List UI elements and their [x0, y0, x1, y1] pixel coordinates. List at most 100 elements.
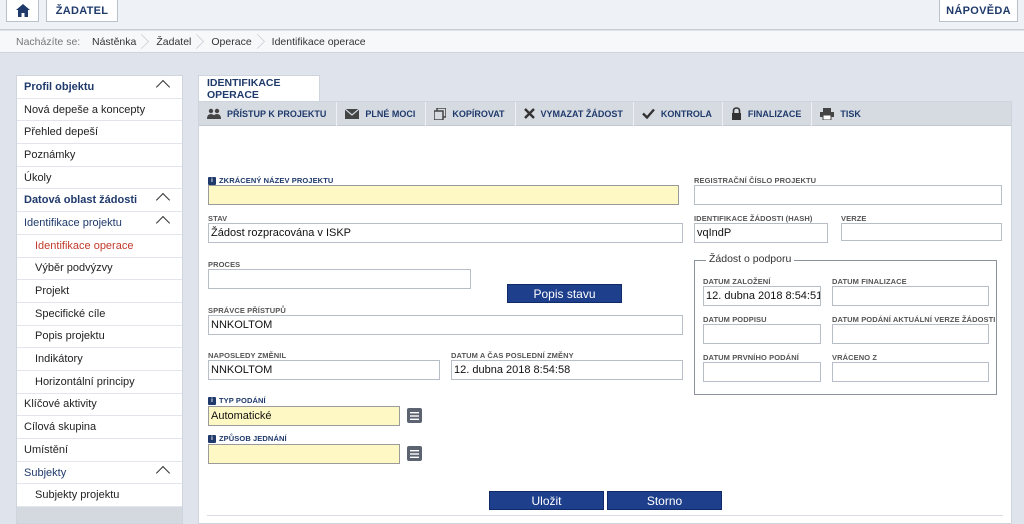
sidebar-item-truncated[interactable] [17, 507, 182, 523]
sidebar-section-data[interactable]: Datová oblast žádosti [17, 189, 182, 213]
process-field [208, 269, 471, 289]
negotiation-picker-button[interactable] [407, 446, 422, 461]
last-change-field: 12. dubna 2018 8:54:58 [451, 360, 683, 380]
check-button[interactable]: KONTROLA [634, 101, 723, 126]
sidebar-item-sub-call[interactable]: Výběr podvýzvy [17, 258, 182, 281]
sidebar-item-project-description[interactable]: Popis projektu [17, 326, 182, 349]
top-bar: ŽADATEL NÁPOVĚDA [0, 0, 1024, 30]
sidebar-item-label: Subjekty projektu [35, 489, 120, 502]
toolbar-label: PŘÍSTUP K PROJEKTU [227, 108, 327, 119]
current-submit-date-label: DATUM PODÁNÍ AKTUÁLNÍ VERZE ŽÁDOSTI [832, 315, 996, 324]
breadcrumb: Nacházíte se: Nástěnka Žadatel Operace I… [0, 31, 1024, 53]
access-admin-label: SPRÁVCE PŘÍSTUPŮ [208, 306, 286, 315]
sidebar-item-tasks[interactable]: Úkoly [17, 167, 182, 190]
sidebar-item-project[interactable]: Projekt [17, 280, 182, 303]
sidebar-item-specific-goals[interactable]: Specifické cíle [17, 303, 182, 326]
info-icon: i [208, 176, 216, 185]
toolbar-label: TISK [840, 108, 861, 119]
sidebar-section-subjects[interactable]: Subjekty [17, 462, 182, 485]
breadcrumb-item[interactable]: Nástěnka [82, 31, 146, 53]
sidebar-item-location[interactable]: Umístění [17, 439, 182, 462]
sidebar-item-operation-identification[interactable]: Identifikace operace [17, 235, 182, 258]
info-icon: i [208, 434, 216, 443]
delete-application-button[interactable]: VYMAZAT ŽÁDOST [516, 101, 634, 126]
chevron-up-icon [155, 79, 171, 95]
toolbar: PŘÍSTUP K PROJEKTU PLNÉ MOCI KOPÍROVAT V… [199, 101, 1011, 126]
close-icon [523, 108, 535, 119]
home-icon [15, 4, 30, 17]
home-button[interactable] [6, 0, 39, 22]
sidebar-item-label: Cílová skupina [24, 421, 97, 434]
last-change-label: DATUM A ČAS POSLEDNÍ ZMĚNY [451, 351, 574, 360]
copy-button[interactable]: KOPÍROVAT [426, 101, 516, 126]
short-name-input[interactable] [208, 185, 679, 205]
info-icon: i [208, 396, 216, 405]
last-changed-by-field: NNKOLTOM [208, 360, 440, 380]
save-button[interactable]: Uložit [489, 491, 604, 510]
sidebar-item-label: Popis projektu [35, 330, 105, 343]
cancel-button[interactable]: Storno [607, 491, 722, 510]
sidebar-item-target-group[interactable]: Cílová skupina [17, 416, 182, 439]
sidebar-item-horizontal-principles[interactable]: Horizontální principy [17, 371, 182, 394]
project-access-button[interactable]: PŘÍSTUP K PROJEKTU [199, 101, 338, 126]
state-field: Žádost rozpracována v ISKP [208, 223, 683, 243]
version-label: VERZE [841, 214, 867, 223]
short-name-label: i ZKRÁCENÝ NÁZEV PROJEKTU [208, 176, 333, 185]
signed-date-label: DATUM PODPISU [703, 315, 767, 324]
sidebar-item-messages[interactable]: Přehled depeší [17, 121, 182, 145]
sidebar-item-indicators[interactable]: Indikátory [17, 348, 182, 371]
finalize-button[interactable]: FINALIZACE [723, 101, 813, 126]
sidebar-section-profile[interactable]: Profil objektu [17, 76, 182, 99]
negotiation-label: i ZPŮSOB JEDNÁNÍ [208, 434, 287, 443]
sidebar-item-project-subjects[interactable]: Subjekty projektu [17, 484, 182, 508]
submit-type-input[interactable]: Automatické [208, 406, 400, 426]
checkmark-icon [642, 108, 655, 119]
sidebar-item-label: Identifikace projektu [24, 216, 122, 229]
state-label: STAV [208, 214, 228, 223]
sidebar-item-label: Poznámky [24, 148, 76, 161]
sidebar-item-label: Nová depeše a koncepty [24, 103, 146, 116]
list-icon [410, 411, 419, 420]
sidebar-item-label: Projekt [35, 285, 70, 298]
sidebar-item-label: Úkoly [24, 171, 52, 184]
reg-number-label: REGISTRAČNÍ ČÍSLO PROJEKTU [694, 176, 817, 185]
sidebar-item-new-message[interactable]: Nová depeše a koncepty [17, 99, 182, 122]
state-description-button[interactable]: Popis stavu [507, 284, 622, 303]
powers-of-attorney-button[interactable]: PLNÉ MOCI [337, 101, 427, 126]
help-button[interactable]: NÁPOVĚDA [939, 0, 1018, 22]
hash-field: vqIndP [694, 223, 828, 243]
sidebar-item-label: Přehled depeší [24, 126, 98, 139]
reg-number-field [694, 185, 1002, 205]
print-button[interactable]: TISK [812, 102, 871, 126]
breadcrumb-item-current: Identifikace operace [271, 35, 366, 48]
breadcrumb-item[interactable]: Operace [201, 31, 261, 53]
sidebar-item-label: Umístění [24, 443, 69, 456]
envelope-icon [345, 108, 360, 119]
version-field [841, 223, 1002, 241]
zadatel-button[interactable]: ŽADATEL [46, 0, 118, 22]
sidebar-section-project-identification[interactable]: Identifikace projektu [17, 212, 182, 235]
submit-type-label: i TYP PODÁNÍ [208, 396, 266, 405]
main-panel: PŘÍSTUP K PROJEKTU PLNÉ MOCI KOPÍROVAT V… [198, 101, 1012, 524]
submit-type-picker-button[interactable] [407, 408, 422, 423]
breadcrumb-item[interactable]: Žadatel [146, 31, 201, 53]
sidebar-item-label: Profil objektu [24, 80, 95, 93]
tab-identifikace-operace[interactable]: IDENTIFIKACE OPERACE [198, 75, 320, 102]
signed-date-field [703, 324, 821, 344]
sidebar-item-label: Indikátory [35, 353, 83, 366]
sidebar-item-key-activities[interactable]: Klíčové aktivity [17, 394, 182, 417]
negotiation-input[interactable] [208, 444, 400, 464]
list-icon [410, 449, 419, 458]
sidebar-item-notes[interactable]: Poznámky [17, 144, 182, 167]
divider [207, 515, 1003, 516]
copy-icon [434, 107, 447, 120]
process-label: PROCES [208, 260, 241, 269]
sidebar-item-label: Subjekty [24, 466, 67, 479]
last-changed-by-label: NAPOSLEDY ZMĚNIL [208, 351, 287, 360]
created-date-label: DATUM ZALOŽENÍ [703, 277, 771, 286]
users-icon [207, 108, 221, 119]
finalized-date-label: DATUM FINALIZACE [832, 277, 907, 286]
sidebar-item-label: Výběr podvýzvy [35, 262, 113, 275]
printer-icon [820, 107, 835, 120]
toolbar-label: FINALIZACE [747, 108, 802, 119]
